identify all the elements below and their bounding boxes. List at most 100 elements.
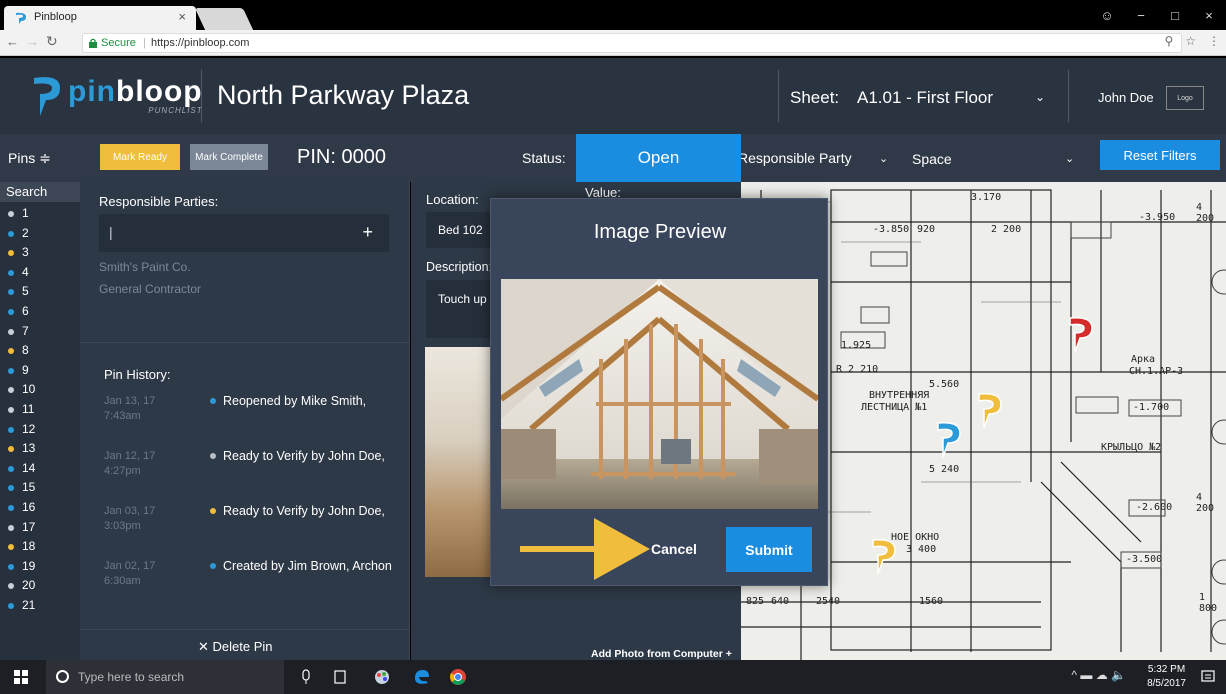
browser-tab[interactable]: Pinbloop × (4, 6, 196, 30)
floor-plan-label: НОЕ ОКНО (891, 532, 940, 543)
notification-icon[interactable] (1200, 669, 1216, 685)
microphone-icon[interactable] (296, 667, 316, 687)
project-title: North Parkway Plaza (217, 80, 470, 110)
reload-icon[interactable]: ↻ (46, 33, 58, 50)
minimize-icon[interactable]: − (1124, 8, 1158, 23)
edge-browser-icon[interactable] (412, 667, 432, 687)
add-photo-button[interactable]: Add Photo from Computer + (591, 648, 732, 660)
maximize-icon[interactable]: □ (1158, 8, 1192, 23)
task-view-icon[interactable] (330, 667, 350, 687)
zoom-icon[interactable]: ⚲ (1164, 34, 1173, 48)
pin-list-item[interactable]: 21 (0, 596, 80, 616)
pin-list-item[interactable]: 6 (0, 302, 80, 322)
pins-sidebar: Search 1 2 3 4 5 6 7 8 9 10 11 12 13 14 15 16 17 18 19 20 21 (0, 182, 80, 660)
pin-number: 17 (22, 519, 36, 534)
pin-list-item[interactable]: 5 (0, 282, 80, 302)
pin-list-item[interactable]: 11 (0, 400, 80, 420)
pin-list-item[interactable]: 3 (0, 243, 80, 263)
profile-icon[interactable]: ☺ (1090, 8, 1124, 23)
company-logo[interactable]: Logo (1166, 86, 1204, 110)
menu-dots-icon[interactable]: ⋮ (1208, 34, 1220, 48)
pinbloop-favicon-icon (16, 12, 26, 24)
pin-number: 18 (22, 539, 36, 554)
reset-filters-button[interactable]: Reset Filters (1100, 140, 1220, 170)
close-window-icon[interactable]: × (1192, 8, 1226, 23)
clock[interactable]: 5:32 PM 8/5/2017 (1147, 663, 1186, 691)
pin-number: 14 (22, 460, 36, 475)
responsible-party-input[interactable]: | + (99, 214, 389, 252)
floor-plan-label: 825 (746, 596, 765, 607)
responsible-party-filter[interactable]: Responsible Party ⌄ (741, 134, 899, 182)
new-tab-button[interactable] (194, 8, 254, 30)
pin-status-dot (8, 230, 14, 237)
pin-marker-icon[interactable] (934, 419, 962, 459)
pin-list-item[interactable]: 14 (0, 459, 80, 479)
floor-plan-label: 920 (917, 224, 936, 235)
pin-list-item[interactable]: 15 (0, 478, 80, 498)
forward-icon[interactable]: → (26, 34, 39, 49)
paint-app-icon[interactable] (372, 667, 392, 687)
pin-list-item[interactable]: 2 (0, 224, 80, 244)
pin-list-item[interactable]: 18 (0, 537, 80, 557)
status-select[interactable]: Open (576, 134, 741, 182)
pin-status-dot (8, 465, 14, 472)
pin-number: 19 (22, 558, 36, 573)
description-value: Touch up (438, 292, 487, 306)
floor-plan-label: 1 800 (1199, 592, 1218, 614)
taskbar-search-input[interactable]: Type here to search (46, 660, 284, 694)
sheet-select[interactable]: A1.01 - First Floor ⌄ (845, 76, 1055, 116)
tab-close-icon[interactable]: × (178, 9, 186, 24)
app-header: pinbloop PUNCHLIST North Parkway Plaza S… (0, 58, 1226, 134)
mark-complete-button[interactable]: Mark Complete (190, 144, 268, 170)
url-input[interactable]: Secure | https://pinbloop.com (82, 33, 1182, 53)
system-tray[interactable]: ^ ▬ ☁ 🔈 (1071, 668, 1126, 682)
pin-list-item[interactable]: 19 (0, 557, 80, 577)
add-party-icon[interactable]: + (362, 222, 373, 243)
pin-list-item[interactable]: 20 (0, 576, 80, 596)
responsible-party-item[interactable]: Smith's Paint Co. (99, 260, 191, 274)
pin-marker-icon[interactable] (975, 390, 1003, 430)
clock-time: 5:32 PM (1147, 664, 1186, 675)
pin-status-dot (8, 426, 14, 433)
pin-list-item[interactable]: 17 (0, 518, 80, 538)
pin-list-item[interactable]: 8 (0, 341, 80, 361)
pin-list-item[interactable]: 16 (0, 498, 80, 518)
space-filter[interactable]: Space (912, 151, 952, 167)
floor-plan-label: 5.560 (929, 379, 960, 390)
floor-plan-label: 2 200 (991, 224, 1022, 235)
pin-marker-icon[interactable] (1066, 314, 1094, 354)
pins-sort-select[interactable]: Pins ≑ (0, 134, 80, 182)
brand-logo[interactable]: pinbloop PUNCHLIST (68, 76, 203, 116)
delete-pin-button[interactable]: ✕ Delete Pin (198, 639, 272, 655)
pinbloop-logo-icon[interactable] (30, 74, 62, 118)
windows-start-icon[interactable] (14, 670, 28, 684)
responsible-party-item[interactable]: General Contractor (99, 282, 201, 296)
pin-list-item[interactable]: 10 (0, 380, 80, 400)
pin-number: 12 (22, 421, 36, 436)
cancel-button[interactable]: Cancel (651, 541, 697, 557)
pin-list-item[interactable]: 9 (0, 361, 80, 381)
pin-id: PIN: 0000 (297, 146, 386, 168)
pin-list-item[interactable]: 4 (0, 263, 80, 283)
chrome-browser-icon[interactable] (448, 667, 468, 687)
pin-list-item[interactable]: 7 (0, 322, 80, 342)
user-name[interactable]: John Doe (1098, 90, 1154, 105)
pin-marker-icon[interactable] (869, 536, 897, 576)
pin-number: 8 (22, 343, 29, 358)
history-timestamp: Jan 13, 17 7:43am (104, 395, 156, 422)
browser-tab-strip: Pinbloop × ☺ − □ × (0, 0, 1226, 30)
pin-list-item[interactable]: 1 (0, 204, 80, 224)
back-icon[interactable]: ← (6, 34, 19, 49)
pin-list-item[interactable]: 13 (0, 439, 80, 459)
pin-history-title: Pin History: (104, 367, 171, 382)
submit-button[interactable]: Submit (726, 527, 812, 572)
pin-status-dot (8, 406, 14, 413)
bookmark-star-icon[interactable]: ☆ (1185, 34, 1196, 48)
pin-search[interactable]: Search (0, 182, 80, 202)
mark-ready-button[interactable]: Mark Ready (100, 144, 180, 170)
pin-status-dot (8, 602, 14, 609)
floor-plan-label: 1560 (919, 596, 944, 607)
pin-list-item[interactable]: 12 (0, 420, 80, 440)
pin-number: 13 (22, 441, 36, 456)
floor-plan-label: СН.1.АР-3 (1129, 366, 1184, 377)
